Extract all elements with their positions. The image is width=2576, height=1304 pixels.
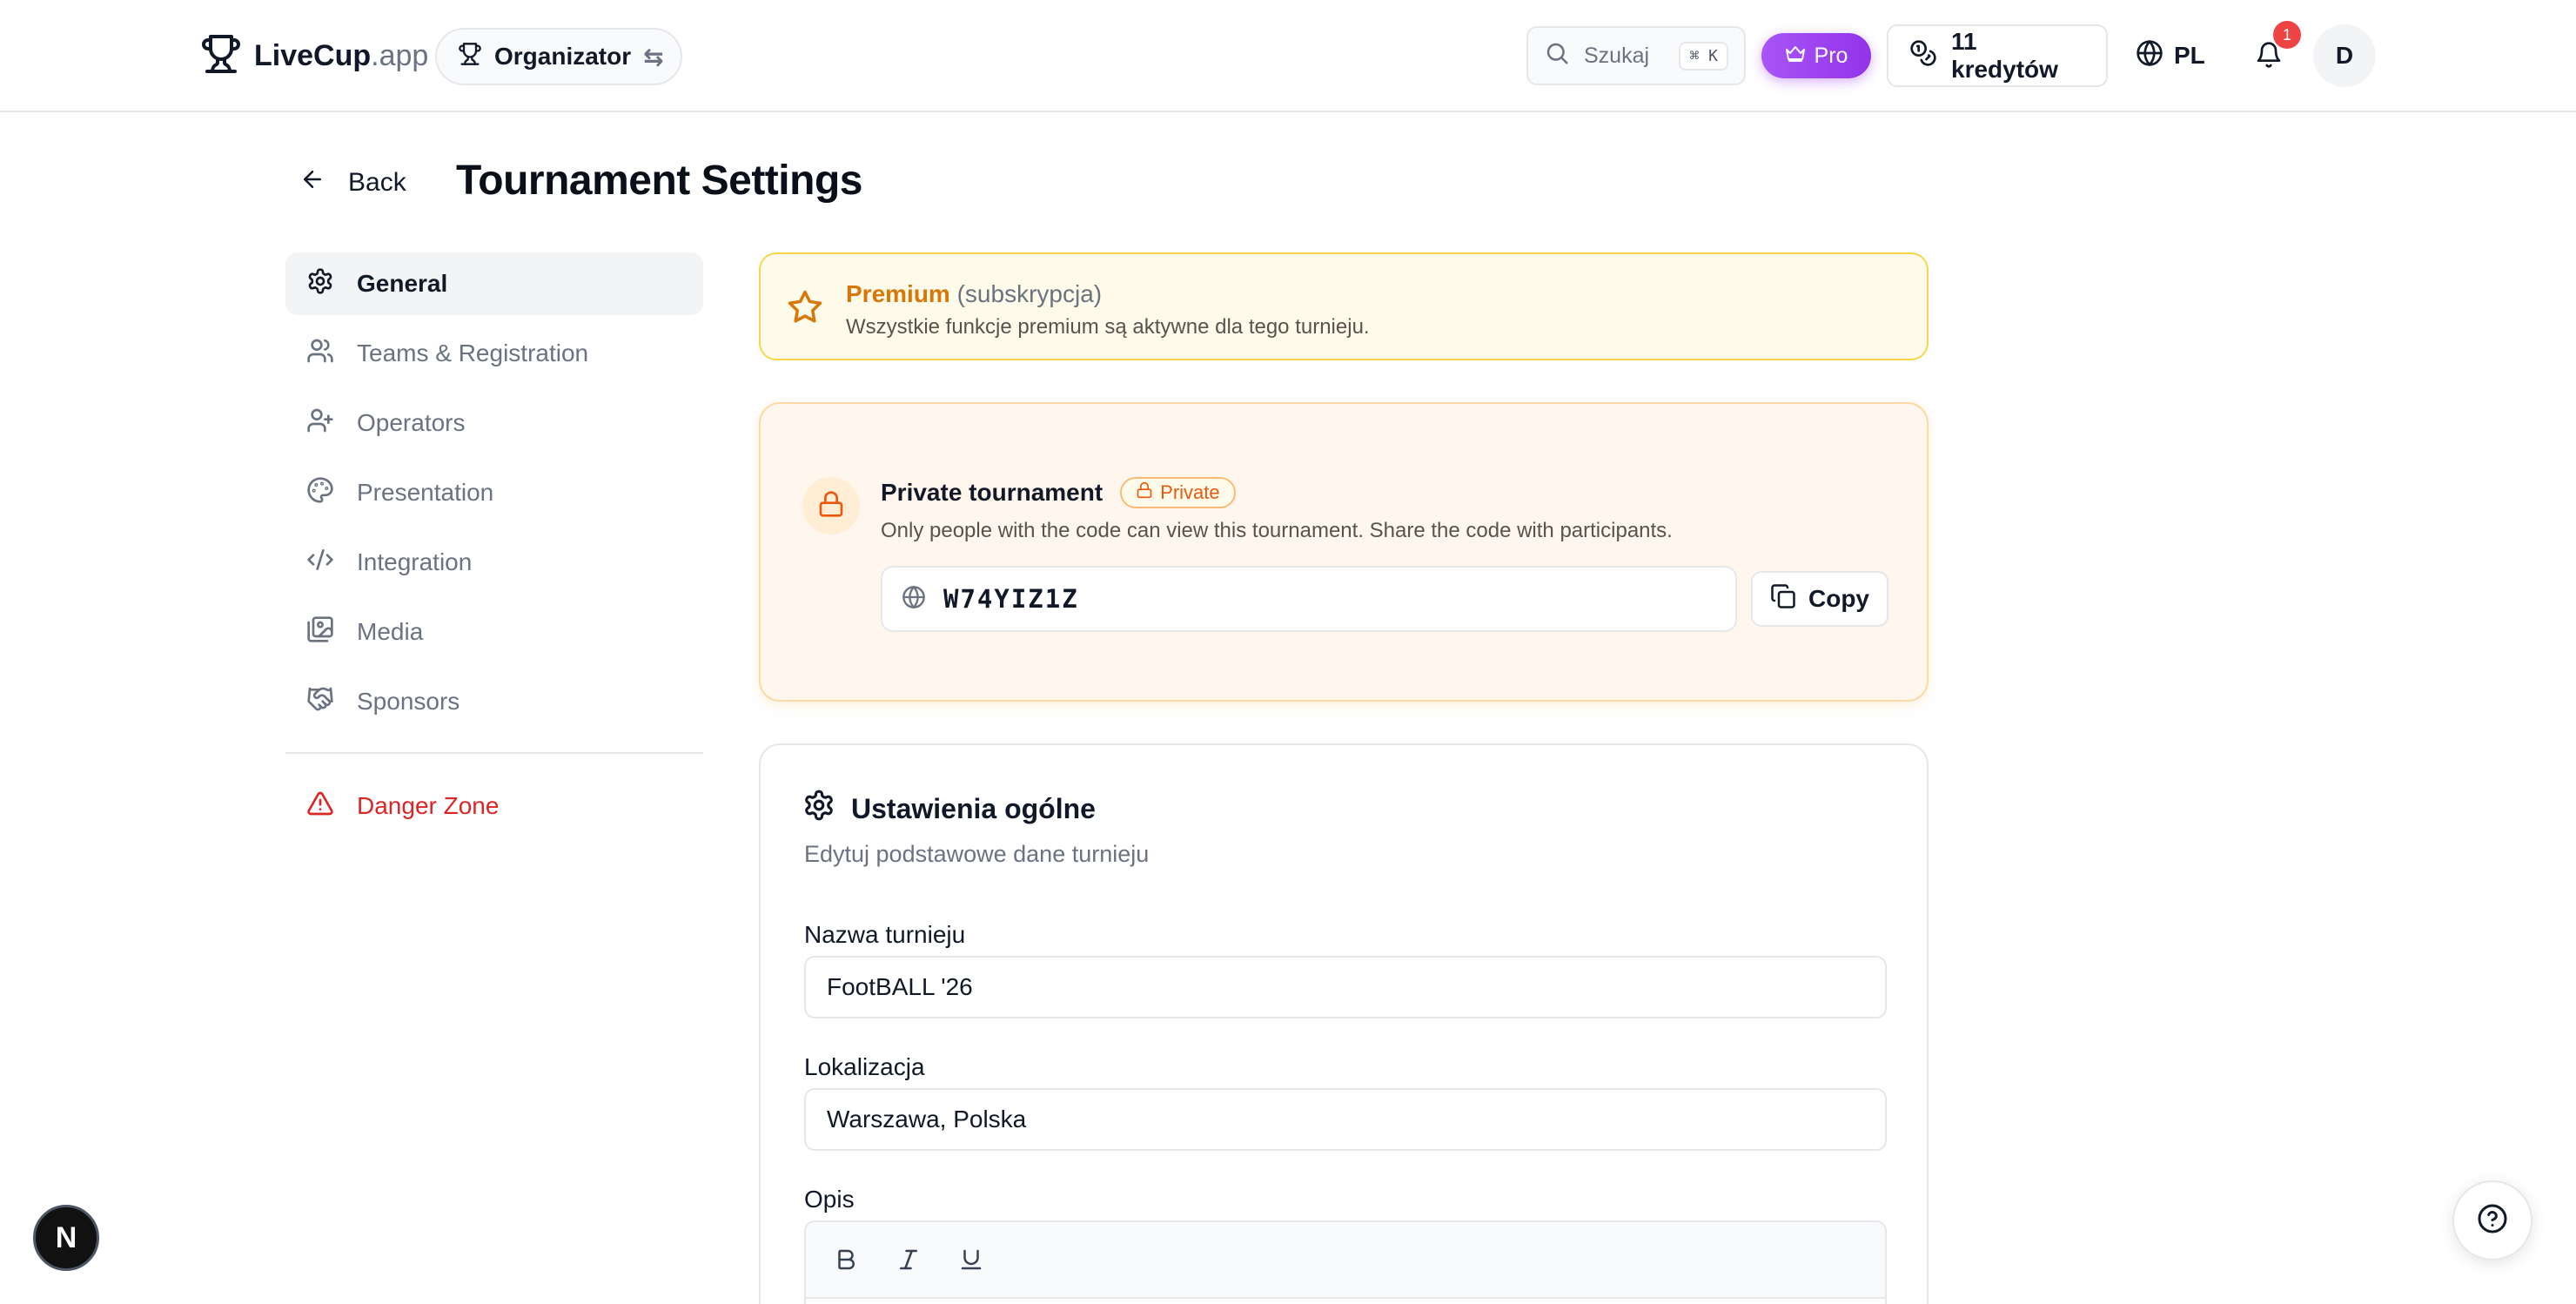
pro-button[interactable]: Pro: [1761, 33, 1871, 78]
sidebar-divider: [285, 752, 703, 754]
coins-icon: [1909, 39, 1937, 73]
page-title: Tournament Settings: [456, 158, 862, 204]
editor-toolbar: [806, 1222, 1885, 1299]
location-input[interactable]: Warszawa, Polska: [804, 1088, 1887, 1151]
sidebar-item-general[interactable]: General: [285, 252, 703, 315]
lock-icon-circle: [802, 477, 860, 534]
bold-button[interactable]: [832, 1246, 860, 1274]
code-icon: [306, 546, 334, 580]
sidebar-item-label: Media: [357, 618, 424, 645]
underline-button[interactable]: [957, 1246, 985, 1274]
trophy-icon: [458, 42, 482, 72]
sidebar-item-label: Presentation: [357, 479, 494, 506]
premium-subtitle: (subskrypcja): [956, 280, 1103, 307]
sidebar-item-label: Teams & Registration: [357, 339, 589, 366]
tournament-name-label: Nazwa turnieju: [804, 921, 966, 948]
top-navigation-bar: LiveCup.app Organizator ⇆ Szukaj ⌘ K Pro…: [0, 0, 2576, 112]
language-label: PL: [2174, 42, 2205, 69]
brand-name: LiveCup: [254, 38, 372, 72]
sidebar-item-label: Danger Zone: [357, 792, 500, 819]
sidebar-item-media[interactable]: Media: [285, 601, 703, 663]
private-title-row: Private tournament Private: [881, 477, 1236, 508]
images-icon: [306, 615, 334, 649]
sidebar-item-label: Sponsors: [357, 688, 460, 715]
search-shortcut: ⌘ K: [1679, 41, 1728, 71]
app-logo[interactable]: LiveCup.app: [200, 31, 428, 80]
lock-icon: [817, 490, 845, 522]
private-title: Private tournament: [881, 479, 1104, 506]
sidebar-item-teams-registration[interactable]: Teams & Registration: [285, 322, 703, 385]
help-button[interactable]: [2452, 1180, 2532, 1260]
brand-suffix: .app: [371, 38, 429, 72]
search-button[interactable]: Szukaj ⌘ K: [1526, 26, 1746, 85]
dev-tools-button[interactable]: N: [33, 1205, 99, 1271]
premium-description: Wszystkie funkcje premium są aktywne dla…: [846, 315, 1370, 339]
access-code-field[interactable]: W74YIZ1Z: [881, 566, 1737, 632]
handshake-icon: [306, 685, 334, 719]
description-editor[interactable]: [804, 1220, 1887, 1304]
trophy-icon: [200, 33, 242, 79]
pro-label: Pro: [1814, 43, 1848, 68]
crown-icon: [1785, 43, 1806, 70]
arrow-left-icon: [299, 166, 325, 199]
general-settings-title-row: Ustawienia ogólne: [802, 789, 1096, 829]
palette-icon: [306, 476, 334, 510]
private-tournament-card: Private tournament Private Only people w…: [759, 402, 1929, 702]
gear-icon: [802, 789, 835, 829]
swap-arrows-icon: ⇆: [643, 43, 664, 71]
general-settings-card: Ustawienia ogólne Edytuj podstawowe dane…: [759, 743, 1929, 1304]
user-plus-icon: [306, 407, 334, 440]
search-placeholder: Szukaj: [1584, 43, 1650, 68]
users-icon: [306, 337, 334, 371]
user-avatar[interactable]: D: [2313, 24, 2376, 87]
sidebar-item-presentation[interactable]: Presentation: [285, 461, 703, 524]
lock-icon: [1136, 481, 1153, 504]
premium-banner: Premium (subskrypcja) Wszystkie funkcje …: [759, 252, 1929, 360]
description-label: Opis: [804, 1186, 855, 1213]
credits-button[interactable]: 11 kredytów: [1887, 24, 2108, 87]
back-label: Back: [348, 168, 406, 197]
sidebar-item-integration[interactable]: Integration: [285, 531, 703, 594]
premium-label: Premium: [846, 280, 950, 307]
location-label: Lokalizacja: [804, 1053, 925, 1080]
credits-label: 11 kredytów: [1951, 28, 2058, 83]
access-code: W74YIZ1Z: [943, 584, 1079, 614]
globe-icon: [2136, 39, 2163, 73]
back-button[interactable]: Back: [299, 160, 406, 205]
general-settings-title: Ustawienia ogólne: [851, 792, 1096, 824]
private-description: Only people with the code can view this …: [881, 519, 1673, 542]
sidebar-item-sponsors[interactable]: Sponsors: [285, 670, 703, 733]
sidebar-item-danger-zone[interactable]: Danger Zone: [285, 775, 703, 837]
copy-code-button[interactable]: Copy: [1751, 571, 1888, 627]
star-icon: [787, 289, 823, 330]
sidebar-item-label: General: [357, 270, 448, 297]
help-circle-icon: [2477, 1203, 2508, 1239]
settings-sidebar: General Teams & Registration Operators P…: [285, 252, 703, 844]
private-badge: Private: [1120, 477, 1236, 508]
italic-button[interactable]: [895, 1246, 922, 1274]
gear-icon: [306, 267, 334, 301]
warning-icon: [306, 790, 334, 823]
tournament-name-input[interactable]: FootBALL '26: [804, 956, 1887, 1018]
language-switcher[interactable]: PL: [2136, 31, 2205, 80]
sidebar-item-label: Operators: [357, 409, 466, 436]
search-icon: [1544, 40, 1570, 72]
globe-icon: [902, 585, 926, 614]
copy-label: Copy: [1808, 585, 1869, 612]
role-label: Organizator: [494, 43, 632, 70]
general-settings-description: Edytuj podstawowe dane turnieju: [804, 841, 1150, 867]
role-switcher[interactable]: Organizator ⇆: [435, 28, 682, 85]
sidebar-item-label: Integration: [357, 548, 473, 575]
copy-icon: [1770, 583, 1796, 615]
premium-title: Premium (subskrypcja): [846, 280, 1102, 308]
private-badge-label: Private: [1160, 481, 1220, 503]
notifications-badge: 1: [2273, 21, 2301, 49]
sidebar-item-operators[interactable]: Operators: [285, 392, 703, 454]
